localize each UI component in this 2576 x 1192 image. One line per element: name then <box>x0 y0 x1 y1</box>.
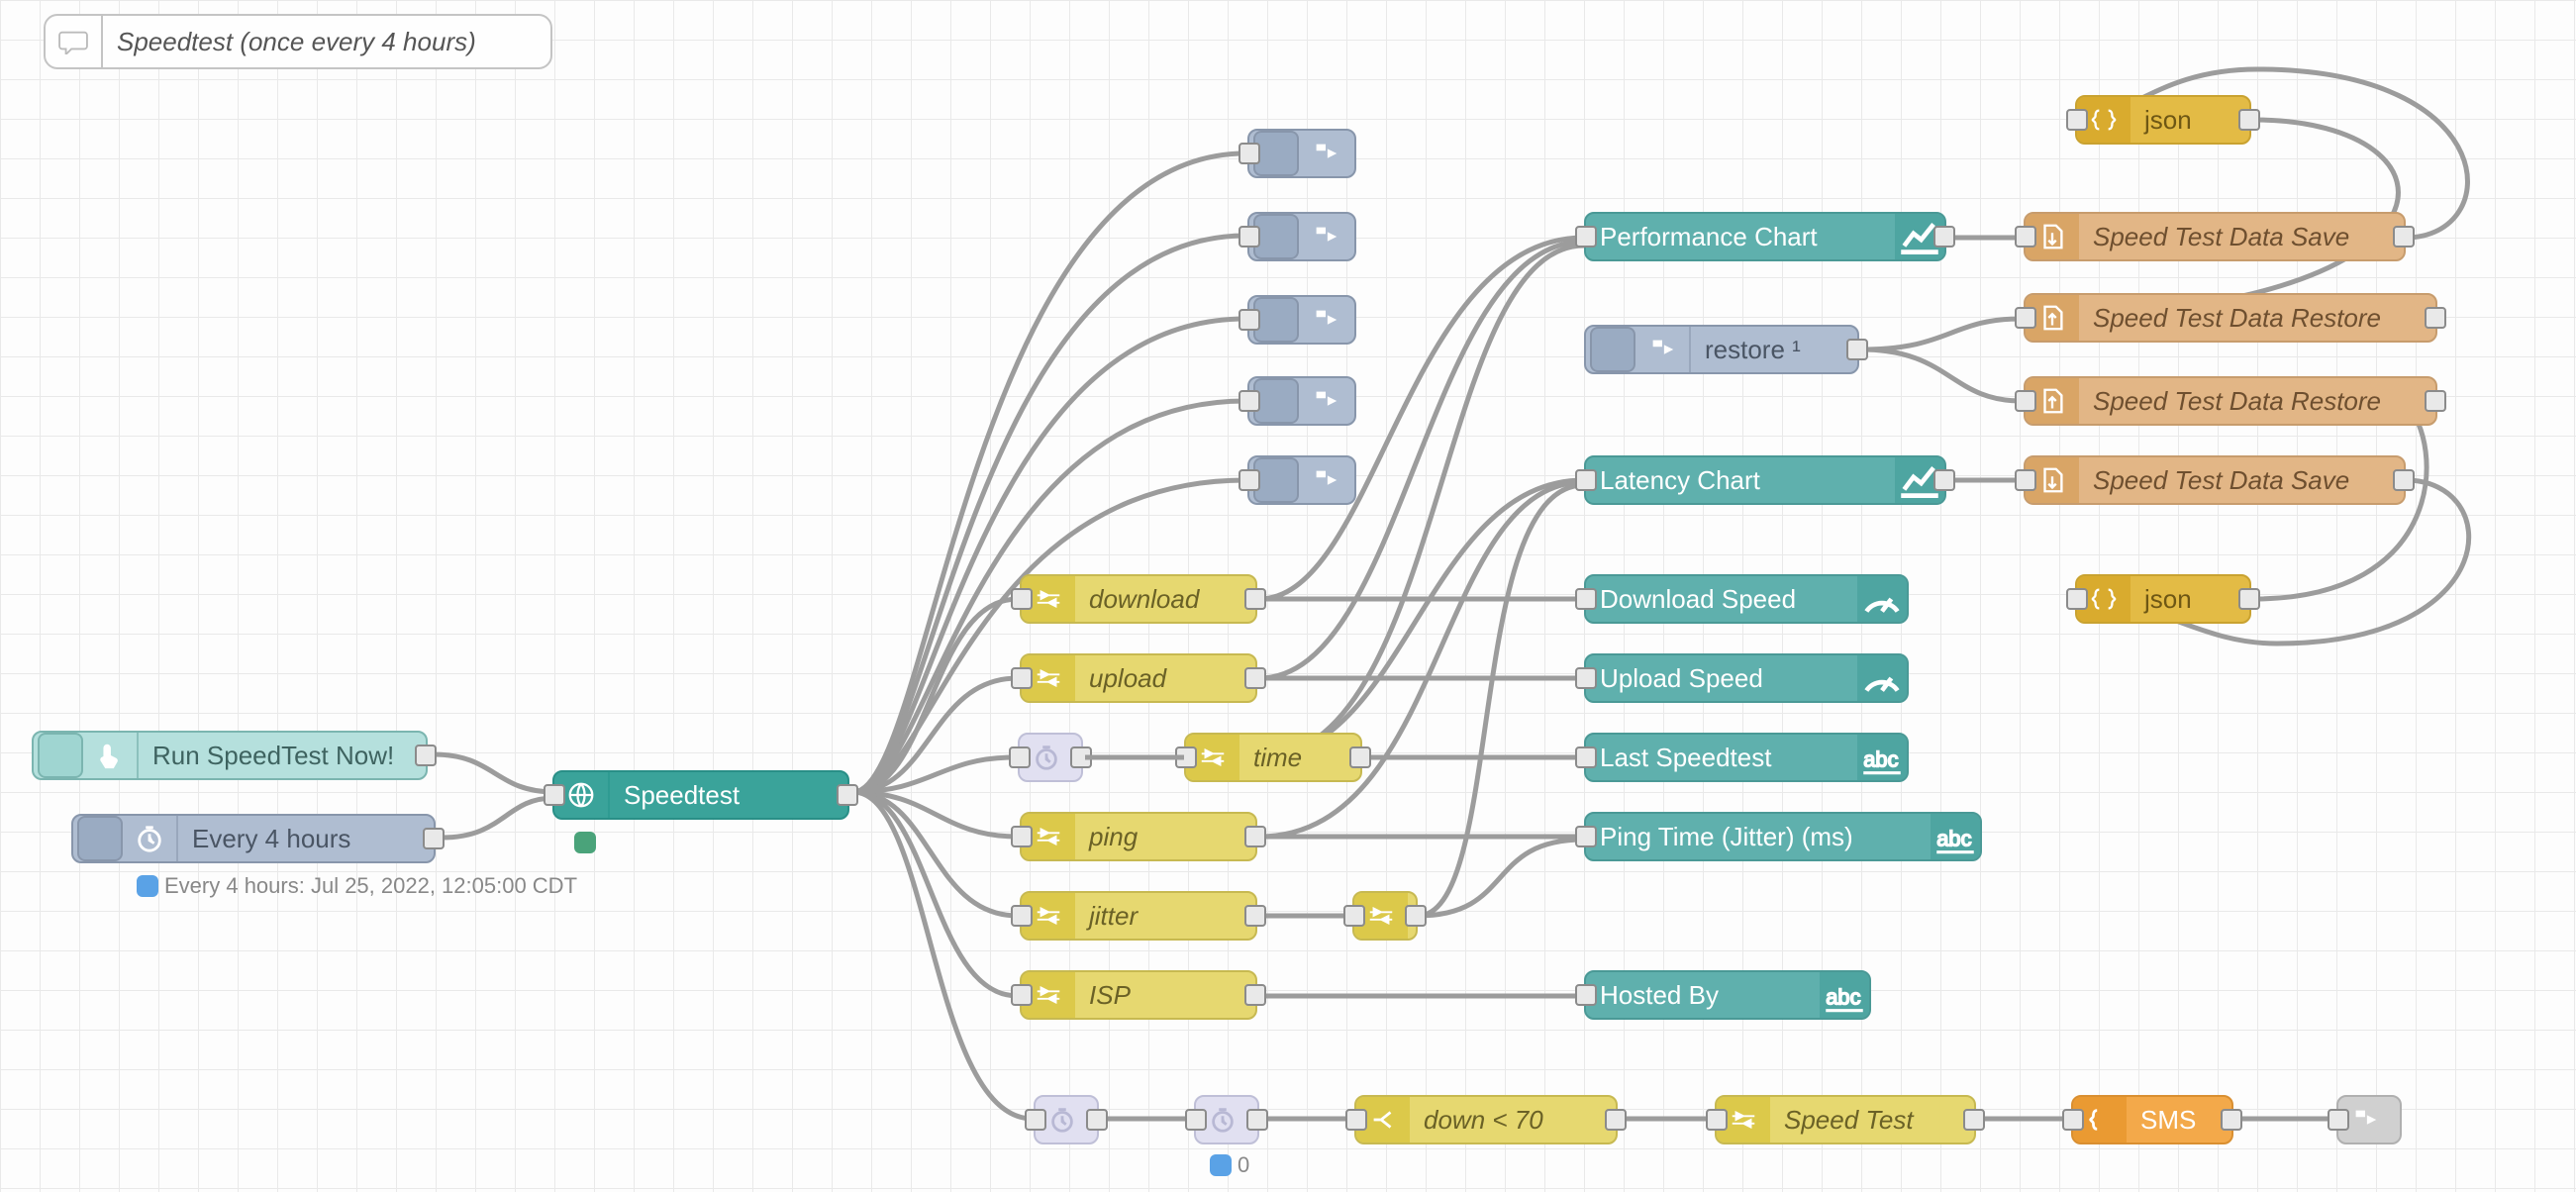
json-node-a[interactable]: json <box>2075 95 2251 145</box>
svg-text:abc: abc <box>1863 746 1898 771</box>
inject-status-text: Every 4 hours: Jul 25, 2022, 12:05:00 CD… <box>164 873 577 899</box>
change-speed-test[interactable]: Speed Test <box>1715 1095 1976 1144</box>
latency-chart-node[interactable]: Latency Chart <box>1584 455 1946 505</box>
delay-node-2[interactable] <box>1194 1095 1259 1144</box>
link-out-sms[interactable] <box>2336 1095 2402 1144</box>
text-icon: abc <box>1931 814 1980 859</box>
json-node-b[interactable]: json <box>2075 574 2251 624</box>
link-out-3[interactable] <box>1247 295 1356 345</box>
change-isp[interactable]: ISP <box>1020 970 1257 1020</box>
link-in-restore[interactable]: restore ¹ <box>1584 325 1859 374</box>
link-out-5[interactable] <box>1247 455 1356 505</box>
link-out-icon <box>1299 457 1352 503</box>
node-label: time <box>1239 735 1360 780</box>
status-dot <box>574 832 596 853</box>
gauge-upload[interactable]: Upload Speed <box>1584 653 1909 703</box>
touch-icon <box>83 733 139 778</box>
inject-label: Run SpeedTest Now! <box>139 733 426 778</box>
link-out-icon <box>1299 214 1352 259</box>
text-icon: abc <box>1857 735 1907 780</box>
node-label: download <box>1075 576 1255 622</box>
speedtest-node[interactable]: Speedtest <box>552 770 849 820</box>
svg-text:abc: abc <box>1936 826 1971 850</box>
delay-node-1[interactable] <box>1034 1095 1099 1144</box>
node-label: Speed Test Data Save <box>2079 457 2404 503</box>
inject-button[interactable] <box>77 816 123 861</box>
file-save-2[interactable]: Speed Test Data Save <box>2024 455 2406 505</box>
link-out-2[interactable] <box>1247 212 1356 261</box>
node-label: Speedtest <box>610 772 847 818</box>
text-last-speedtest[interactable]: Last Speedtest abc <box>1584 733 1909 782</box>
node-button[interactable] <box>1590 327 1635 372</box>
file-restore-2[interactable]: Speed Test Data Restore <box>2024 376 2437 426</box>
node-label: Download Speed <box>1586 576 1857 622</box>
file-save-1[interactable]: Speed Test Data Save <box>2024 212 2406 261</box>
node-label: upload <box>1075 655 1255 701</box>
node-label: SMS <box>2127 1097 2231 1142</box>
link-out-icon <box>1299 131 1352 176</box>
file-restore-1[interactable]: Speed Test Data Restore <box>2024 293 2437 343</box>
node-label: down < 70 <box>1410 1097 1616 1142</box>
link-out-icon <box>1299 378 1352 424</box>
inject-button[interactable] <box>38 733 83 778</box>
timer-icon <box>123 816 178 861</box>
node-label: Speed Test Data Restore <box>2079 378 2435 424</box>
node-label: Speed Test Data Save <box>2079 214 2404 259</box>
node-label: Speed Test <box>1770 1097 1974 1142</box>
node-label: Ping Time (Jitter) (ms) <box>1586 814 1931 859</box>
change-jitter-small[interactable] <box>1352 891 1418 941</box>
svg-text:abc: abc <box>1826 984 1860 1009</box>
status-dot <box>137 875 158 897</box>
status-dot <box>1210 1154 1232 1176</box>
node-label: Latency Chart <box>1586 457 1895 503</box>
change-jitter[interactable]: jitter <box>1020 891 1257 941</box>
change-time[interactable]: time <box>1184 733 1362 782</box>
change-download[interactable]: download <box>1020 574 1257 624</box>
node-label: Speed Test Data Restore <box>2079 295 2435 341</box>
node-label: json <box>2130 576 2249 622</box>
node-label: json <box>2130 97 2249 143</box>
gauge-icon <box>1857 576 1907 622</box>
inject-run-now[interactable]: Run SpeedTest Now! <box>32 731 428 780</box>
gauge-icon <box>1857 655 1907 701</box>
change-ping[interactable]: ping <box>1020 812 1257 861</box>
link-out-1[interactable] <box>1247 129 1356 178</box>
delay-node-time[interactable] <box>1018 733 1083 782</box>
link-out-icon <box>1299 297 1352 343</box>
node-label: Upload Speed <box>1586 655 1857 701</box>
delay-count: 0 <box>1238 1152 1249 1178</box>
link-out-4[interactable] <box>1247 376 1356 426</box>
switch-down70[interactable]: down < 70 <box>1354 1095 1618 1144</box>
comment-label: Speedtest (once every 4 hours) <box>101 16 550 67</box>
change-upload[interactable]: upload <box>1020 653 1257 703</box>
performance-chart-node[interactable]: Performance Chart <box>1584 212 1946 261</box>
link-in-icon <box>1635 327 1691 372</box>
node-label: jitter <box>1075 893 1255 939</box>
inject-every-4-hours[interactable]: Every 4 hours <box>71 814 436 863</box>
node-label: ping <box>1075 814 1255 859</box>
node-label: Last Speedtest <box>1586 735 1857 780</box>
gauge-download[interactable]: Download Speed <box>1584 574 1909 624</box>
text-ping-jitter[interactable]: Ping Time (Jitter) (ms) abc <box>1584 812 1982 861</box>
node-label: restore ¹ <box>1691 327 1857 372</box>
text-hosted-by[interactable]: Hosted By abc <box>1584 970 1871 1020</box>
node-label: Hosted By <box>1586 972 1820 1018</box>
comment-icon <box>46 16 101 67</box>
inject-label: Every 4 hours <box>178 816 434 861</box>
sms-node[interactable]: SMS <box>2071 1095 2233 1144</box>
node-label: Performance Chart <box>1586 214 1895 259</box>
comment-node[interactable]: Speedtest (once every 4 hours) <box>44 14 552 69</box>
node-label: ISP <box>1075 972 1255 1018</box>
text-icon: abc <box>1820 972 1869 1018</box>
